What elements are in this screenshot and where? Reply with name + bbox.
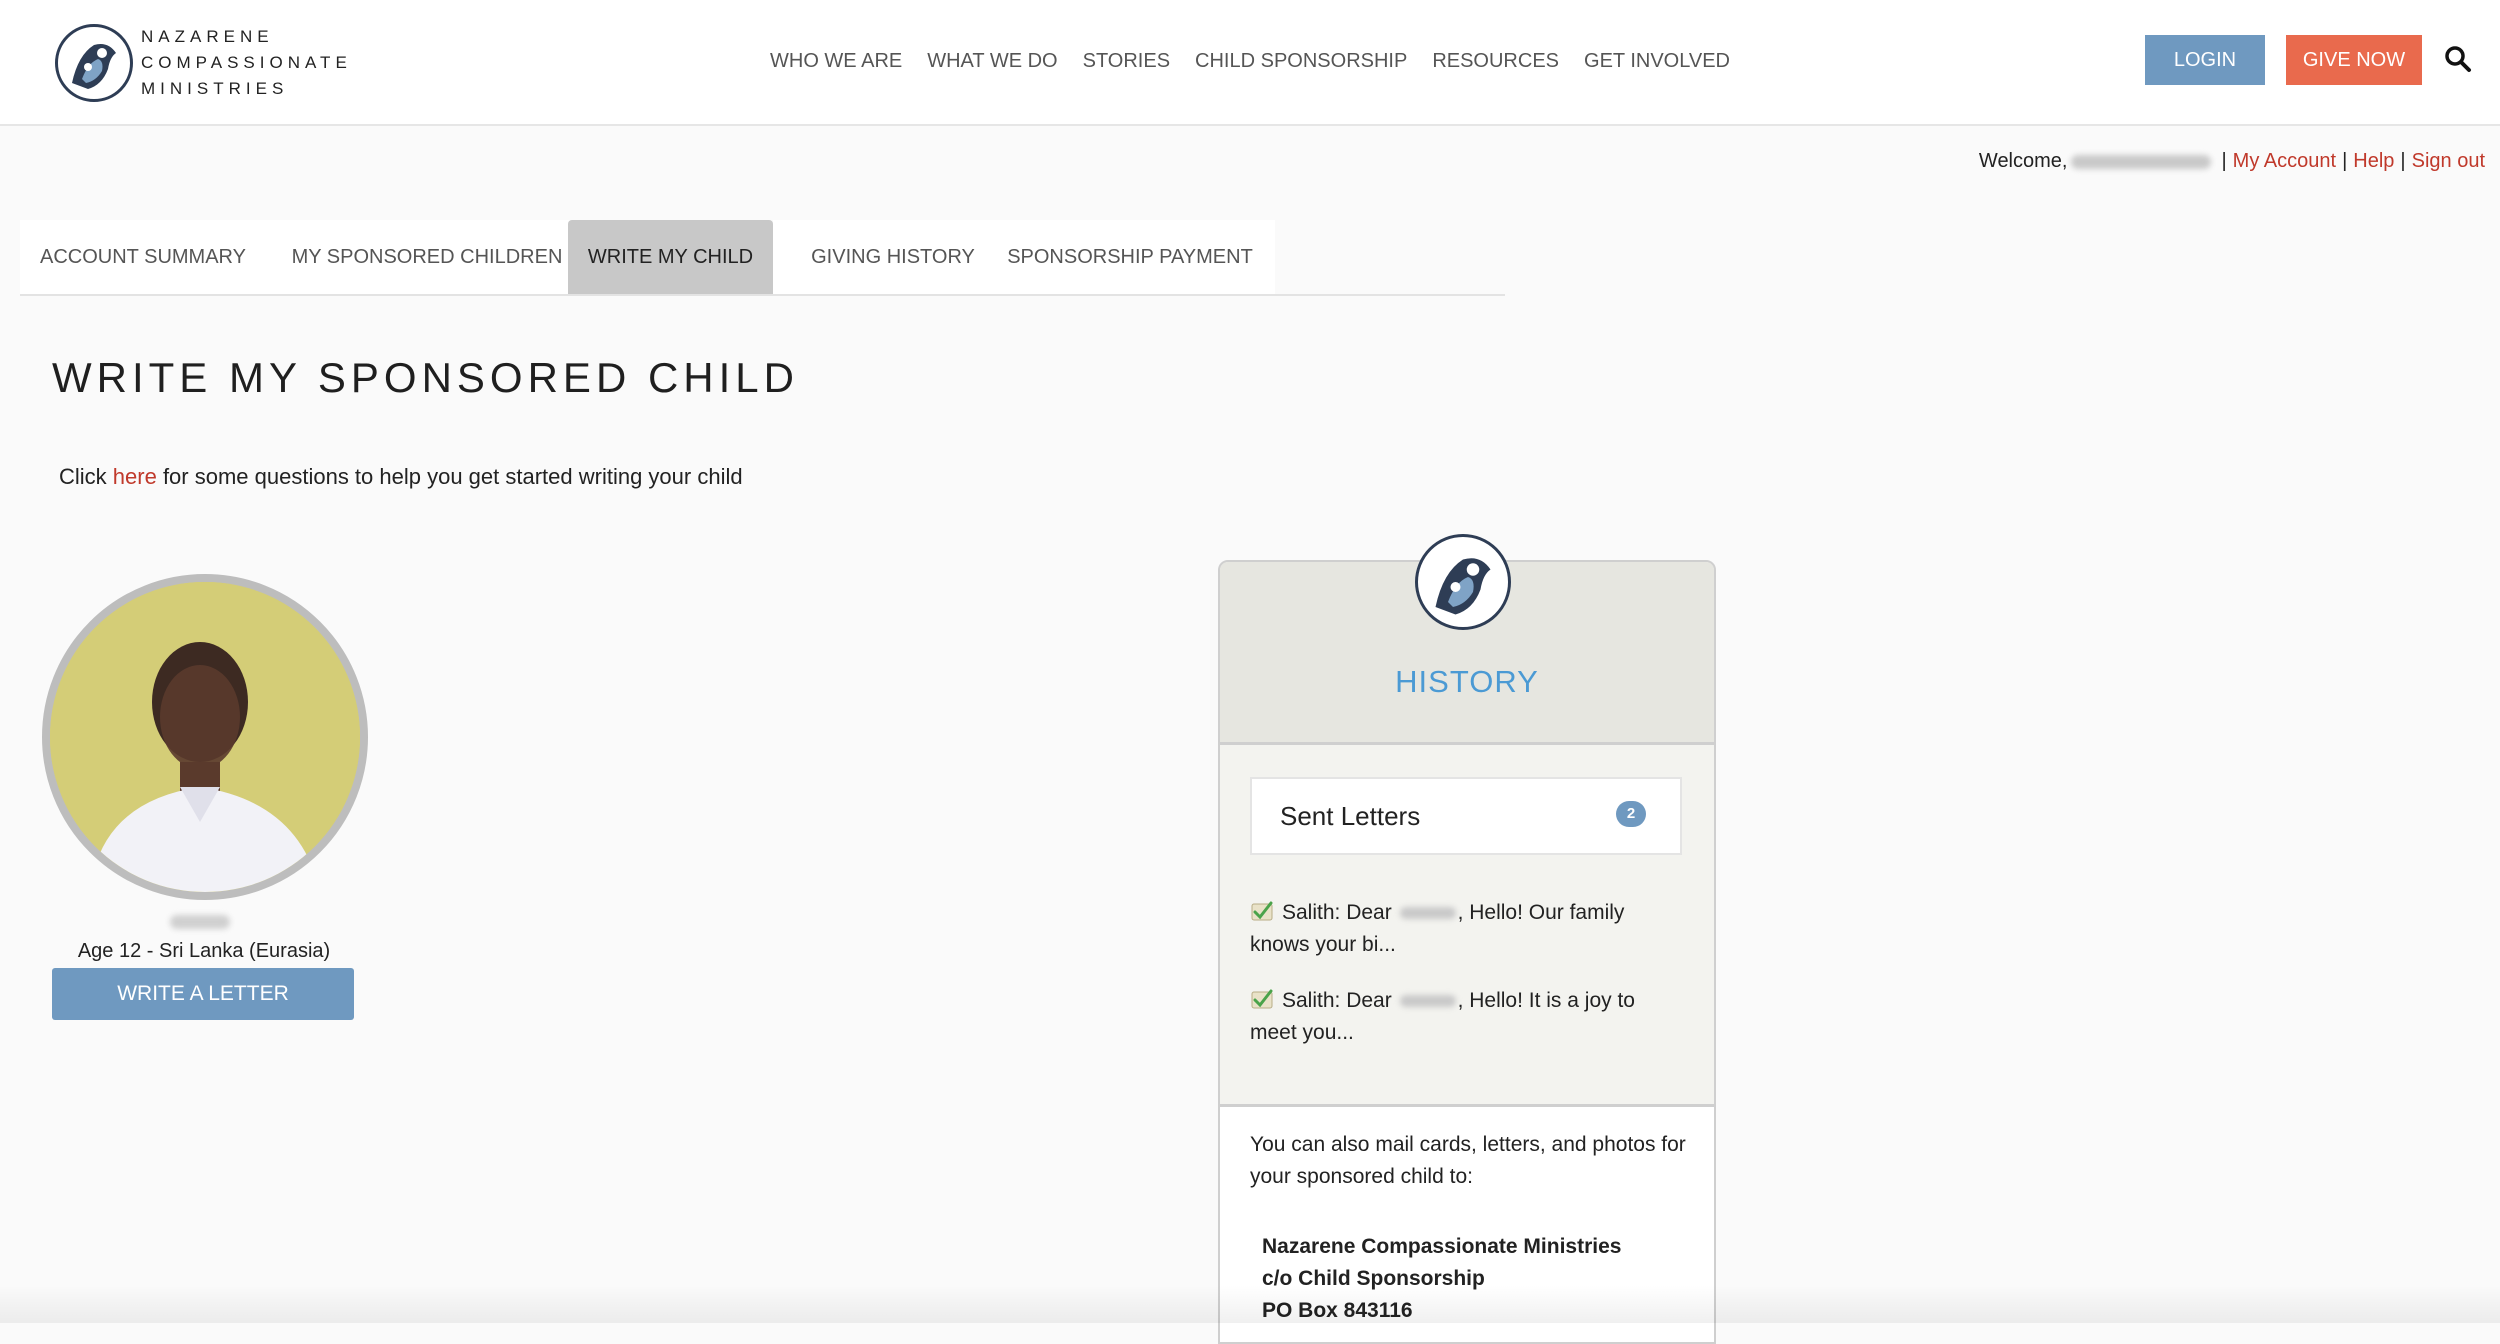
letter-preview-start: Salith: Dear (1282, 989, 1398, 1012)
nav-child-sponsorship[interactable]: CHILD SPONSORSHIP (1195, 46, 1407, 76)
logo-line-2: COMPASSIONATE (141, 53, 352, 72)
account-bar: Welcome, | My Account | Help | Sign out (1880, 150, 2485, 173)
logo-line-3: MINISTRIES (141, 79, 289, 98)
site-header: NAZARENE COMPASSIONATE MINISTRIES WHO WE… (0, 0, 2500, 126)
nazarene-emblem-icon (1415, 534, 1511, 630)
user-name-redacted (2071, 154, 2212, 169)
sent-letters-count: 2 (1616, 801, 1646, 827)
nav-get-involved[interactable]: GET INVOLVED (1584, 46, 1730, 76)
main-nav: WHO WE ARE WHAT WE DO STORIES CHILD SPON… (770, 46, 1755, 76)
welcome-label: Welcome, (1978, 150, 2068, 172)
child-photo (42, 574, 368, 900)
address-line-1: Nazarene Compassionate Ministries (1262, 1235, 1622, 1258)
questions-link[interactable]: here (113, 464, 157, 489)
sent-letters-label: Sent Letters (1280, 801, 1421, 831)
logo-line-1: NAZARENE (141, 27, 274, 46)
tab-giving-history[interactable]: GIVING HISTORY (773, 220, 1013, 294)
tab-sponsorship-payment[interactable]: SPONSORSHIP PAYMENT (985, 220, 1275, 294)
mail-info: You can also mail cards, letters, and ph… (1220, 1107, 1714, 1342)
child-age-location: Age 12 - Sri Lanka (Eurasia) (77, 940, 331, 962)
separator: | (2342, 150, 2348, 172)
sign-out-link[interactable]: Sign out (2412, 150, 2485, 172)
child-name-redacted (1399, 907, 1456, 920)
search-icon[interactable] (2443, 44, 2473, 74)
history-title: HISTORY (1395, 664, 1539, 699)
page-title: WRITE MY SPONSORED CHILD (52, 354, 799, 401)
nav-resources[interactable]: RESOURCES (1432, 46, 1559, 76)
nav-who-we-are[interactable]: WHO WE ARE (770, 46, 902, 76)
letter-item[interactable]: Salith: Dear , Hello! It is a joy to mee… (1250, 985, 1680, 1049)
my-account-link[interactable]: My Account (2233, 150, 2336, 172)
child-name-redacted (170, 915, 230, 929)
login-button[interactable]: LOGIN (2145, 35, 2265, 85)
logo-wordmark[interactable]: NAZARENE COMPASSIONATE MINISTRIES (141, 24, 371, 102)
nav-stories[interactable]: STORIES (1083, 46, 1170, 76)
tab-account-summary[interactable]: ACCOUNT SUMMARY (20, 220, 266, 294)
tab-write-my-child[interactable]: WRITE MY CHILD (568, 220, 773, 294)
child-name-redacted (1399, 995, 1456, 1008)
letter-sent-check-icon (1250, 899, 1274, 923)
separator: | (2400, 150, 2406, 172)
give-now-button[interactable]: GIVE NOW (2286, 35, 2422, 85)
letter-sent-check-icon (1250, 987, 1274, 1011)
letter-item[interactable]: Salith: Dear , Hello! Our family knows y… (1250, 897, 1680, 961)
letter-preview-start: Salith: Dear (1282, 901, 1398, 924)
account-tabs: ACCOUNT SUMMARY MY SPONSORED CHILDREN WR… (20, 220, 1505, 296)
history-panel: HISTORY Sent Letters 2 Salith: Dear , He… (1218, 560, 1716, 1344)
address-line-3: PO Box 843116 (1262, 1299, 1413, 1322)
mail-instructions: You can also mail cards, letters, and ph… (1250, 1133, 1686, 1188)
nazarene-logo-icon[interactable] (55, 24, 133, 102)
separator: | (2221, 150, 2227, 172)
intro-text: Click here for some questions to help yo… (59, 464, 743, 490)
mailing-address: Nazarene Compassionate Ministries c/o Ch… (1262, 1231, 1621, 1327)
address-line-2: c/o Child Sponsorship (1262, 1267, 1485, 1290)
sent-letters-toggle[interactable]: Sent Letters 2 (1250, 777, 1682, 855)
intro-before: Click (59, 464, 113, 489)
nav-what-we-do[interactable]: WHAT WE DO (927, 46, 1057, 76)
intro-after: for some questions to help you get start… (156, 464, 743, 489)
tab-my-sponsored-children[interactable]: MY SPONSORED CHILDREN (266, 220, 588, 294)
help-link[interactable]: Help (2353, 150, 2394, 172)
write-letter-button[interactable]: WRITE A LETTER (52, 968, 354, 1020)
